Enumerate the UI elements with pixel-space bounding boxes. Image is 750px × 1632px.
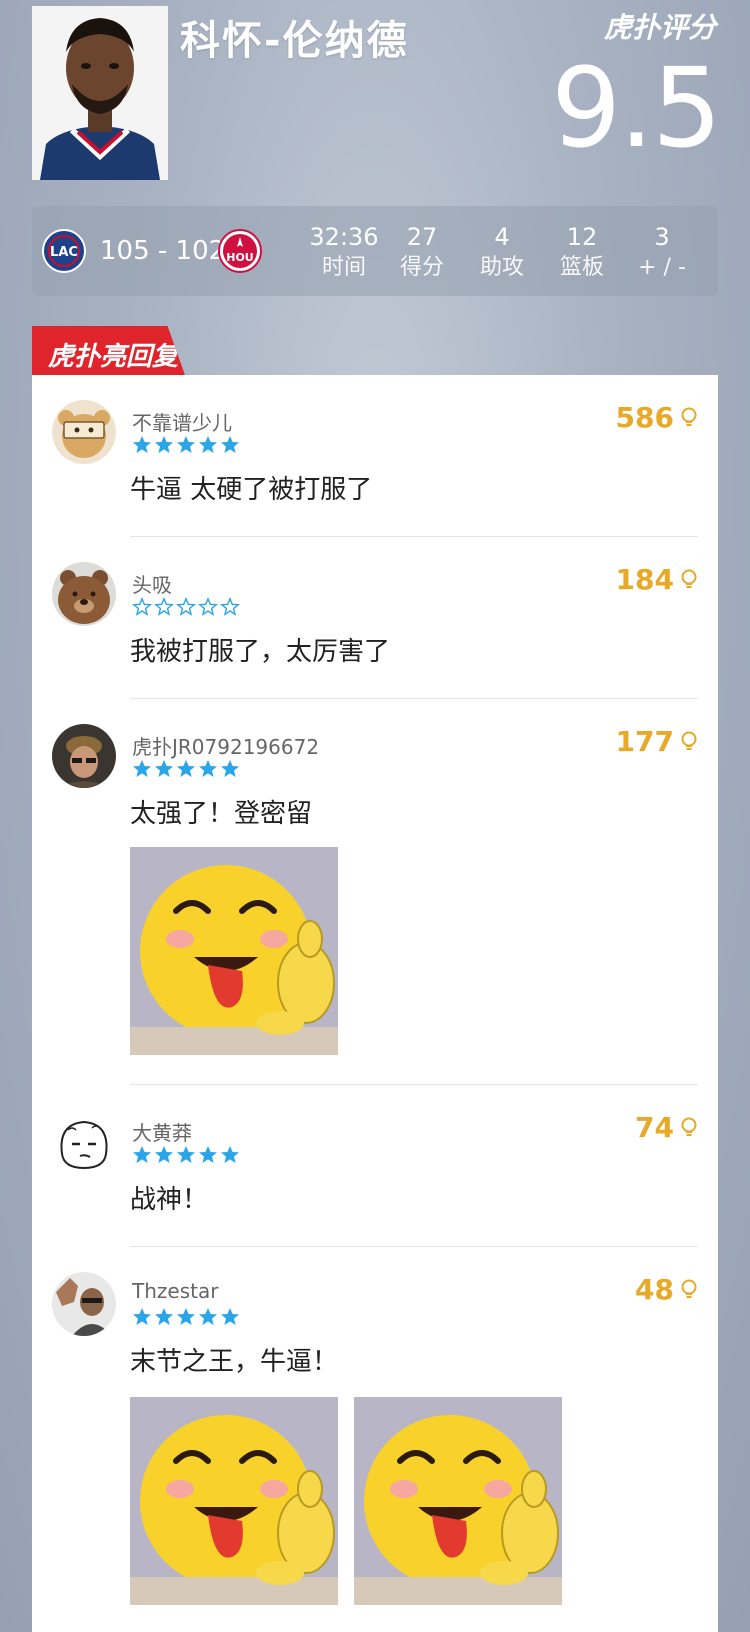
comment-item[interactable]: Thzestar 48 末节之王，牛逼！	[32, 1247, 718, 1632]
comment-text: 我被打服了，太厉害了	[130, 637, 391, 667]
comment-item[interactable]: 不靠谱少儿 586 牛逼 太硬了被打服了	[32, 375, 718, 537]
user-avatar[interactable]	[52, 400, 116, 464]
highlight-replies-tag: 虎扑亮回复	[32, 326, 186, 378]
star-filled-icon	[221, 1146, 239, 1163]
star-filled-icon	[199, 436, 217, 453]
rating-value: 9.5	[551, 44, 722, 172]
star-rating	[132, 597, 240, 621]
star-empty-icon	[132, 597, 152, 616]
emoji-meme-image[interactable]	[354, 1397, 562, 1605]
lightbulb-icon	[681, 1279, 697, 1298]
star-filled-icon	[155, 1308, 173, 1325]
star-rating	[132, 1307, 240, 1331]
like-count: 74	[635, 1111, 674, 1144]
user-avatar[interactable]	[52, 1110, 116, 1174]
star-filled-icon	[221, 436, 239, 453]
game-score: 105 - 102	[100, 236, 226, 266]
stat-points: 27 得分	[399, 223, 444, 280]
star-filled-icon	[133, 436, 151, 453]
star-filled-icon	[199, 1146, 217, 1163]
emoji-meme-image[interactable]	[130, 1397, 338, 1605]
star-filled-icon	[199, 760, 217, 777]
star-filled-icon	[177, 1146, 195, 1163]
star-rating	[132, 759, 240, 783]
star-filled-icon	[133, 1308, 151, 1325]
stat-assists: 4 助攻	[479, 223, 524, 280]
stat-minutes: 32:36 时间	[309, 223, 379, 280]
username[interactable]: Thzestar	[132, 1279, 218, 1303]
like-button[interactable]: 586	[616, 401, 698, 434]
emoji-meme-image[interactable]	[130, 847, 338, 1055]
lightbulb-icon	[681, 731, 697, 750]
player-rating-header: 科怀-伦纳德 虎扑评分 9.5 LAC 105 - 102 HOU 32:36 时…	[0, 0, 750, 300]
star-rating	[132, 1145, 240, 1169]
comments-card: 不靠谱少儿 586 牛逼 太硬了被打服了 头吸 184 我被打服了，太厉害了 虎…	[32, 375, 718, 1632]
user-avatar[interactable]	[52, 562, 116, 626]
comment-item[interactable]: 虎扑JR0792196672 177 太强了！登密留	[32, 699, 718, 1085]
comment-item[interactable]: 头吸 184 我被打服了，太厉害了	[32, 537, 718, 699]
comment-text: 太强了！登密留	[130, 799, 313, 829]
player-name: 科怀-伦纳德	[180, 18, 409, 64]
username[interactable]: 不靠谱少儿	[132, 407, 232, 436]
svg-text:HOU: HOU	[226, 251, 254, 264]
star-filled-icon	[177, 436, 195, 453]
star-filled-icon	[199, 1308, 217, 1325]
star-empty-icon	[154, 597, 174, 616]
username[interactable]: 头吸	[132, 569, 172, 598]
away-team-logo-icon: HOU	[218, 229, 262, 273]
like-count: 177	[615, 725, 674, 758]
rating-label: 虎扑评分	[603, 11, 716, 44]
star-filled-icon	[155, 1146, 173, 1163]
stat-rebounds: 12 篮板	[559, 223, 604, 280]
star-filled-icon	[133, 1146, 151, 1163]
player-photo	[32, 6, 168, 180]
comment-item[interactable]: 大黄莽 74 战神！	[32, 1085, 718, 1247]
star-filled-icon	[177, 1308, 195, 1325]
lightbulb-icon	[681, 1117, 697, 1136]
comment-text: 末节之王，牛逼！	[130, 1347, 339, 1377]
like-button[interactable]: 74	[635, 1111, 698, 1144]
home-team-logo-icon: LAC	[42, 229, 86, 273]
username[interactable]: 大黄莽	[132, 1117, 192, 1146]
svg-text:LAC: LAC	[50, 245, 78, 260]
user-avatar[interactable]	[52, 1272, 116, 1336]
star-filled-icon	[133, 760, 151, 777]
like-count: 184	[615, 563, 674, 596]
star-rating	[132, 435, 240, 459]
star-empty-icon	[198, 597, 218, 616]
user-avatar[interactable]	[52, 724, 116, 788]
lightbulb-icon	[681, 569, 697, 588]
like-count: 48	[635, 1273, 674, 1306]
like-button[interactable]: 48	[635, 1273, 698, 1306]
game-stats-bar[interactable]: LAC 105 - 102 HOU 32:36 时间 27 得分 4 助攻 12 篮板 …	[32, 206, 718, 296]
lightbulb-icon	[681, 407, 697, 426]
star-filled-icon	[155, 760, 173, 777]
comment-text: 战神！	[130, 1185, 209, 1215]
like-count: 586	[615, 401, 674, 434]
like-button[interactable]: 184	[616, 563, 698, 596]
star-filled-icon	[221, 760, 239, 777]
stat-plus-minus: 3 + / -	[638, 223, 686, 280]
username[interactable]: 虎扑JR0792196672	[132, 731, 319, 760]
like-button[interactable]: 177	[616, 725, 698, 758]
comment-text: 牛逼 太硬了被打服了	[130, 475, 373, 505]
star-filled-icon	[177, 760, 195, 777]
star-empty-icon	[176, 597, 196, 616]
star-filled-icon	[155, 436, 173, 453]
star-empty-icon	[220, 597, 240, 616]
star-filled-icon	[221, 1308, 239, 1325]
